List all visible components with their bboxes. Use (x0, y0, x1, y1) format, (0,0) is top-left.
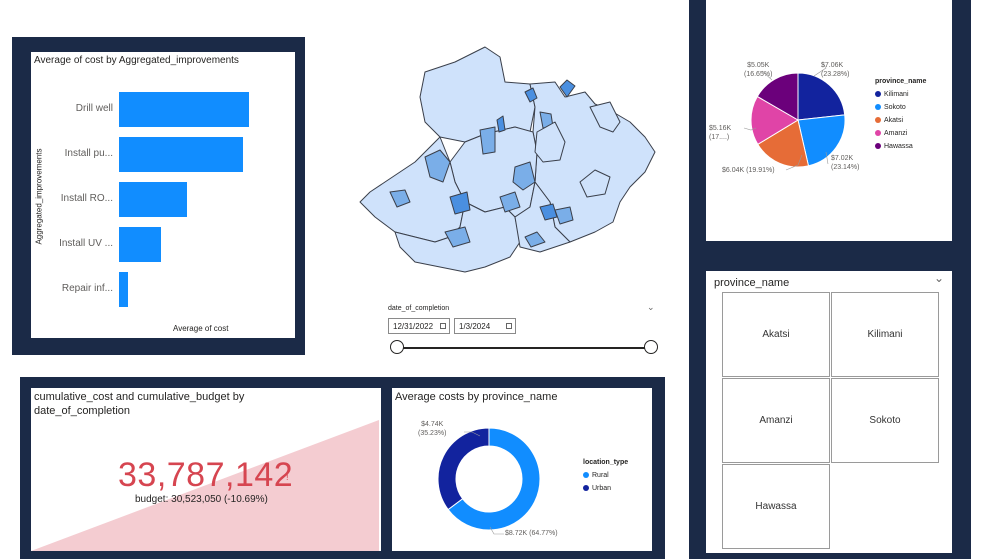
donut-label-urban-pct: (35.23%) (418, 430, 447, 437)
pie-label-hawassa-value: $5.05K (747, 62, 770, 69)
pie-label-hawassa-pct: (16.65%) (744, 71, 773, 78)
bar-category-label: Install pu... (64, 147, 113, 159)
province-slicer-title: province_name (714, 277, 790, 289)
donut-legend-item-rural[interactable]: Rural (583, 469, 628, 482)
date-slicer-label: date_of_completion (388, 305, 450, 312)
province-tile-label: Kilimani (867, 329, 903, 340)
legend-label: Kilimani (884, 91, 909, 98)
pie-legend: province_name Kilimani Sokoto Akatsi Ama… (875, 75, 926, 153)
province-slicer[interactable]: province_name ⌄ Akatsi Kilimani Amanzi S… (706, 271, 952, 553)
bar-category-label: Repair inf... (61, 282, 113, 294)
bar-chart-plot: Drill well Install pu... Install RO... Inst… (31, 52, 295, 338)
donut-label-urban: $4.74K (35.23%) (418, 420, 446, 438)
donut-label-urban-value: $4.74K (421, 421, 444, 428)
date-slicer[interactable]: date_of_completion ⌄ 12/31/2022 1/3/2024 (385, 302, 660, 362)
bar-category-label: Install UV ... (59, 237, 113, 249)
donut-label-rural: $8.72K (64.77%) (505, 530, 558, 537)
legend-dot-icon (583, 485, 589, 492)
legend-label: Urban (592, 485, 612, 492)
end-date-input[interactable]: 1/3/2024 (454, 318, 516, 334)
date-range-track[interactable] (398, 347, 651, 349)
province-tile-akatsi[interactable]: Akatsi (722, 292, 830, 377)
donut-card[interactable]: Average costs by province_name $4.74K (3… (392, 388, 652, 551)
legend-label: Akatsi (884, 117, 904, 124)
pie-label-hawassa: $5.05K (16.65%) (744, 61, 772, 79)
pie-legend-item-sokoto[interactable]: Sokoto (875, 101, 926, 114)
legend-label: Hawassa (884, 143, 913, 150)
province-tile-label: Hawassa (755, 501, 797, 512)
pie-label-sokoto-value: $7.02K (831, 155, 854, 162)
bar[interactable] (119, 92, 249, 127)
map-region-west[interactable] (359, 136, 466, 243)
pie-slice-kilimani[interactable] (797, 72, 846, 121)
legend-dot-icon (583, 472, 589, 479)
legend-dot-icon (875, 104, 881, 111)
kpi-title-line1: cumulative_cost and cumulative_budget by (34, 391, 245, 403)
province-map[interactable] (355, 42, 660, 277)
bar-category-label: Drill well (75, 102, 113, 114)
kpi-alert-icon: ! (286, 472, 289, 482)
pie-label-amanzi: $5.16K (17....) (709, 124, 731, 142)
donut-legend-item-urban[interactable]: Urban (583, 482, 628, 495)
bar-category-label: Install RO... (60, 192, 113, 204)
pie-legend-item-hawassa[interactable]: Hawassa (875, 140, 926, 153)
province-tile-amanzi[interactable]: Amanzi (722, 378, 830, 463)
calendar-icon[interactable] (506, 323, 512, 329)
bar[interactable] (119, 182, 188, 217)
province-tile-label: Amanzi (759, 415, 793, 426)
kpi-card[interactable]: cumulative_cost and cumulative_budget by… (31, 388, 381, 551)
pie-legend-item-amanzi[interactable]: Amanzi (875, 127, 926, 140)
donut-legend: location_type Rural Urban (583, 456, 628, 495)
bar[interactable] (119, 227, 162, 262)
bar-chart-card[interactable]: Average of cost by Aggregated_improvemen… (31, 52, 295, 338)
legend-dot-icon (875, 143, 881, 150)
bar[interactable] (119, 137, 243, 172)
pie-label-amanzi-pct: (17....) (709, 134, 730, 141)
province-tile-hawassa[interactable]: Hawassa (722, 464, 830, 549)
chevron-down-icon[interactable]: ⌄ (934, 271, 944, 285)
province-tile-label: Akatsi (762, 329, 790, 340)
donut-legend-title: location_type (583, 459, 629, 466)
pie-label-sokoto-pct: (23.14%) (831, 164, 860, 171)
donut-slice-urban[interactable] (437, 427, 490, 511)
start-date-value: 12/31/2022 (393, 322, 434, 331)
date-range-end-handle[interactable] (644, 340, 658, 354)
kpi-budget: budget: 30,523,050 (-10.69%) (135, 494, 268, 505)
legend-label: Rural (592, 472, 609, 479)
legend-dot-icon (875, 117, 881, 124)
legend-label: Sokoto (884, 104, 906, 111)
end-date-value: 1/3/2024 (459, 322, 491, 331)
province-tile-label: Sokoto (869, 415, 901, 426)
legend-label: Amanzi (884, 130, 908, 137)
bar[interactable] (119, 272, 129, 307)
map-district-6[interactable] (479, 126, 496, 155)
pie-label-kilimani-value: $7.06K (821, 62, 844, 69)
kpi-value: 33,787,142 (118, 456, 294, 494)
pie-label-amanzi-value: $5.16K (709, 125, 732, 132)
bar-chart-x-axis-label: Average of cost (173, 324, 229, 333)
pie-label-kilimani-pct: (23.28%) (821, 71, 850, 78)
pie-legend-item-akatsi[interactable]: Akatsi (875, 114, 926, 127)
province-tile-sokoto[interactable]: Sokoto (831, 378, 939, 463)
legend-dot-icon (875, 91, 881, 98)
calendar-icon[interactable] (440, 323, 446, 329)
kpi-title-line2: date_of_completion (34, 405, 131, 417)
date-range-start-handle[interactable] (390, 340, 404, 354)
province-tile-kilimani[interactable]: Kilimani (831, 292, 939, 377)
pie-legend-title: province_name (875, 78, 927, 85)
legend-dot-icon (875, 130, 881, 137)
start-date-input[interactable]: 12/31/2022 (388, 318, 450, 334)
pie-label-akatsi: $6.04K (19.91%) (722, 167, 775, 174)
pie-legend-item-kilimani[interactable]: Kilimani (875, 88, 926, 101)
pie-label-sokoto: $7.02K (23.14%) (831, 154, 859, 172)
pie-chart-card[interactable]: $5.05K (16.65%) $7.06K (23.28%) $5.16K (… (706, 0, 952, 241)
chevron-down-icon[interactable]: ⌄ (647, 302, 655, 313)
pie-label-kilimani: $7.06K (23.28%) (821, 61, 849, 79)
